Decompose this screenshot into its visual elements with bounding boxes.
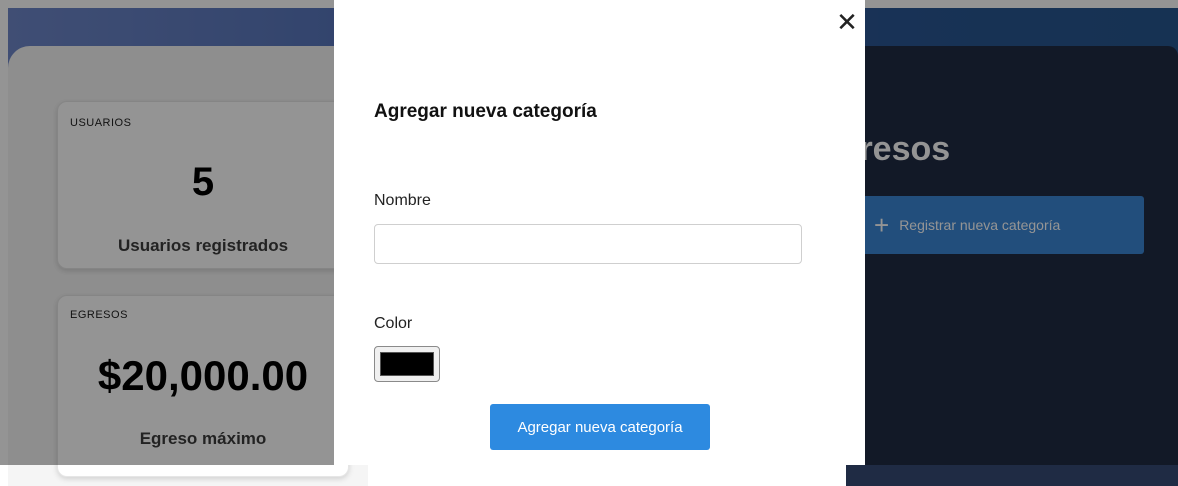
name-input[interactable]	[374, 224, 802, 264]
close-icon[interactable]: ✕	[834, 8, 860, 36]
add-category-submit-button[interactable]: Agregar nueva categoría	[490, 404, 710, 450]
color-picker[interactable]	[374, 346, 440, 382]
color-label: Color	[374, 315, 413, 332]
modal-title: Agregar nueva categoría	[374, 101, 597, 122]
name-label: Nombre	[374, 192, 431, 209]
add-category-modal: ✕ Agregar nueva categoría Nombre Color A…	[334, 0, 865, 465]
color-swatch	[380, 352, 434, 376]
